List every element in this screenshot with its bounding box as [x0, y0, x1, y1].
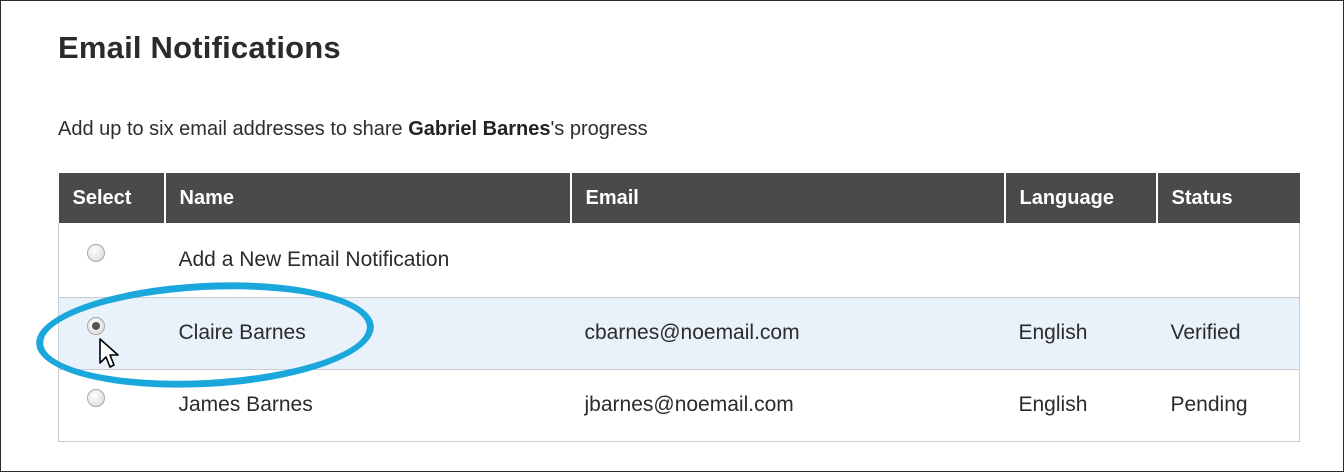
claire-barnes-radio[interactable]	[87, 317, 105, 335]
table-row[interactable]: Claire Barnes cbarnes@noemail.com Englis…	[58, 297, 1300, 370]
select-cell	[58, 223, 165, 298]
add-new-radio[interactable]	[87, 243, 105, 262]
column-header-select: Select	[58, 173, 166, 223]
row-email: cbarnes@noemail.com	[570, 297, 1005, 370]
page-title: Email Notifications	[58, 30, 341, 65]
select-cell	[58, 297, 165, 370]
column-header-status: Status	[1156, 173, 1300, 223]
column-header-name: Name	[164, 173, 572, 223]
row-name: James Barnes	[164, 369, 571, 442]
intro-suffix: 's progress	[550, 118, 648, 140]
row-language: English	[1004, 297, 1157, 370]
column-header-email: Email	[570, 173, 1006, 223]
intro-prefix: Add up to six email addresses to share	[58, 118, 409, 140]
row-language: English	[1004, 369, 1157, 442]
email-notifications-table: Select Name Email Language Status Add a …	[58, 173, 1300, 442]
james-barnes-radio[interactable]	[87, 389, 105, 407]
row-status: Verified	[1156, 297, 1300, 370]
column-header-language: Language	[1004, 173, 1158, 223]
row-name: Claire Barnes	[164, 297, 571, 370]
intro-text: Add up to six email addresses to share G…	[58, 118, 648, 141]
table-row[interactable]: James Barnes jbarnes@noemail.com English…	[58, 369, 1300, 442]
row-status: Pending	[1156, 369, 1300, 442]
add-new-row[interactable]: Add a New Email Notification	[58, 223, 1300, 298]
add-new-label[interactable]: Add a New Email Notification	[164, 223, 1300, 298]
student-name: Gabriel Barnes	[408, 118, 551, 140]
table-header-row: Select Name Email Language Status	[58, 173, 1300, 223]
select-cell	[58, 369, 165, 442]
row-email: jbarnes@noemail.com	[570, 369, 1005, 442]
